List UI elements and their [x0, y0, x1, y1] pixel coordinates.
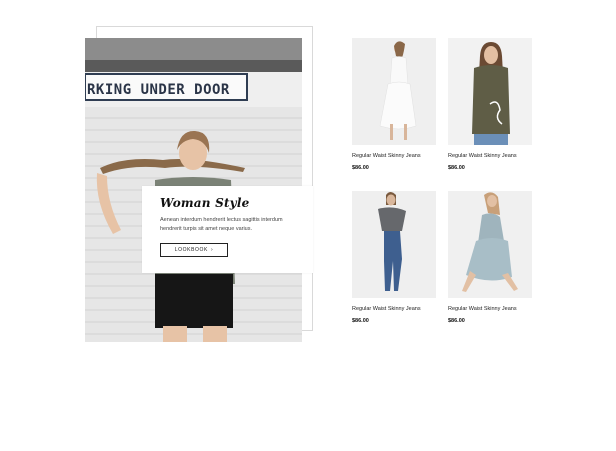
product-card[interactable]: Regular Waist Skinny Jeans $86.00	[448, 191, 532, 324]
product-image[interactable]	[352, 38, 436, 145]
product-price: $86.00	[448, 165, 465, 171]
product-name[interactable]: Regular Waist Skinny Jeans	[448, 153, 532, 159]
promo-description: Aenean interdum hendrerit lectus sagitti…	[160, 217, 283, 232]
product-name[interactable]: Regular Waist Skinny Jeans	[448, 306, 532, 312]
product-image[interactable]	[352, 191, 436, 298]
product-name[interactable]: Regular Waist Skinny Jeans	[352, 306, 436, 312]
product-image[interactable]	[448, 191, 532, 298]
product-price: $86.00	[448, 318, 465, 324]
product-price: $86.00	[352, 318, 369, 324]
lookbook-button[interactable]: LOOKBOOK ›	[160, 243, 228, 257]
chevron-right-icon: ›	[210, 247, 214, 253]
product-card[interactable]: Regular Waist Skinny Jeans $86.00	[352, 191, 436, 324]
product-card[interactable]: Regular Waist Skinny Jeans $86.00	[352, 38, 436, 171]
door-sign-text: RKING UNDER DOOR	[87, 82, 230, 98]
product-card[interactable]: Regular Waist Skinny Jeans $86.00	[448, 38, 532, 171]
product-name[interactable]: Regular Waist Skinny Jeans	[352, 153, 436, 159]
lookbook-button-label: LOOKBOOK	[174, 247, 208, 253]
promo-card: Woman Style Aenean interdum hendrerit le…	[142, 186, 313, 273]
product-image[interactable]	[448, 38, 532, 145]
promo-title: Woman Style	[160, 196, 250, 210]
product-price: $86.00	[352, 165, 369, 171]
